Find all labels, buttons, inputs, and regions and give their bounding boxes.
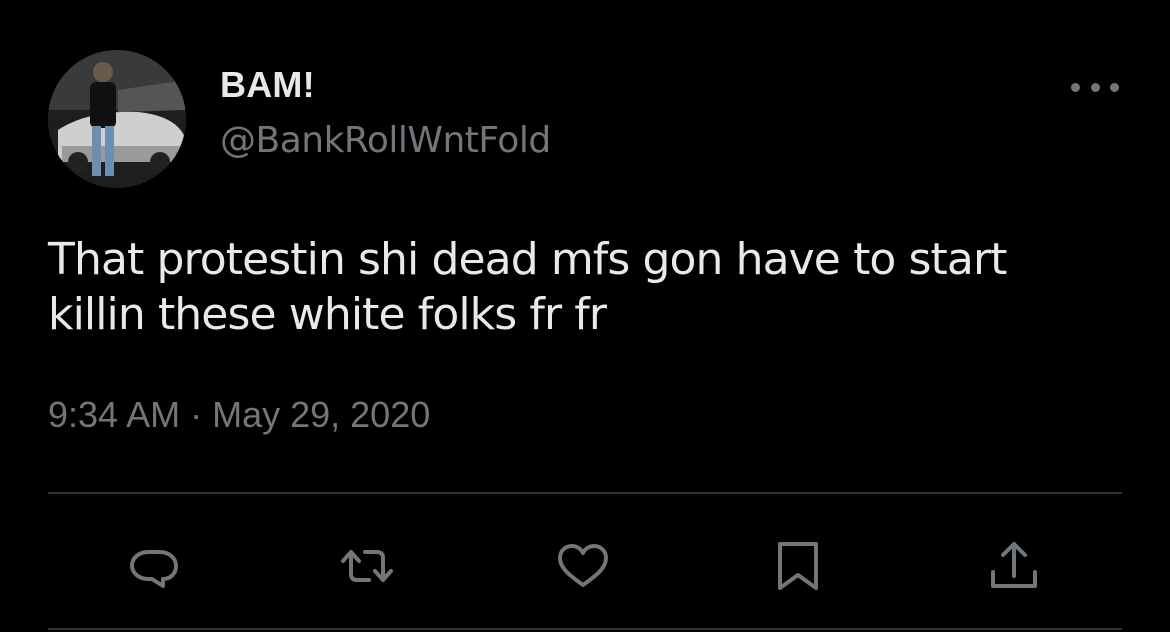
avatar[interactable] — [48, 50, 186, 188]
display-name[interactable]: BAM! — [220, 64, 315, 106]
bookmark-icon — [778, 542, 818, 590]
tweet-text: That protestin shi dead mfs gon have to … — [48, 234, 1007, 340]
like-button[interactable] — [555, 538, 611, 594]
tweet-timestamp: 9:34 AM · May 29, 2020 — [48, 394, 430, 436]
more-dot-icon — [1071, 82, 1080, 92]
user-handle[interactable]: @BankRollWntFold — [220, 120, 551, 161]
reply-icon — [130, 550, 178, 588]
share-icon — [991, 542, 1037, 588]
more-dot-icon — [1090, 82, 1100, 92]
bookmark-button[interactable] — [770, 538, 826, 594]
retweet-icon — [341, 550, 393, 582]
avatar-image — [48, 50, 186, 188]
more-dot-icon — [1110, 82, 1119, 92]
like-icon — [558, 544, 608, 587]
retweet-button[interactable] — [339, 538, 395, 594]
tweet-date[interactable]: May 29, 2020 — [212, 394, 430, 435]
tweet-time[interactable]: 9:34 AM — [48, 394, 180, 435]
share-button[interactable] — [986, 538, 1042, 594]
timestamp-separator: · — [190, 394, 203, 435]
reply-button[interactable] — [126, 538, 182, 594]
divider — [48, 492, 1122, 494]
more-options-button[interactable] — [1068, 70, 1122, 104]
divider — [48, 628, 1122, 630]
